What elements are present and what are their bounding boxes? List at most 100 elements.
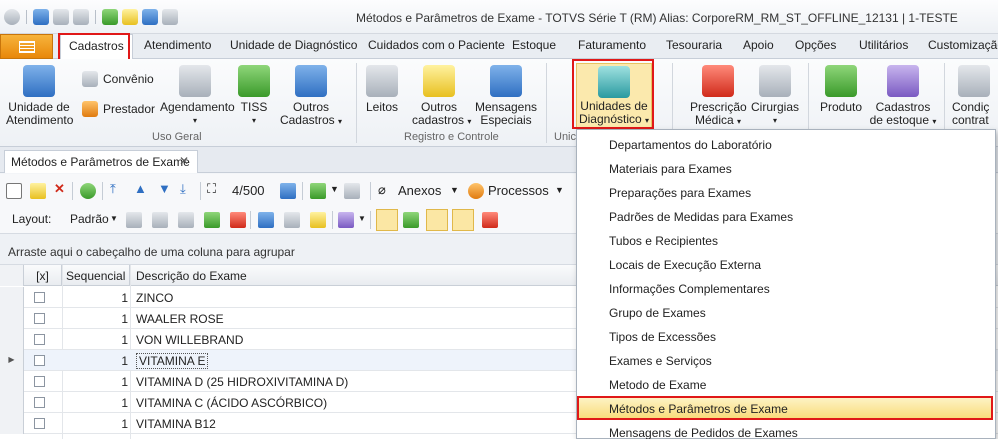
tab-tesouraria[interactable]: Tesouraria: [666, 38, 722, 52]
window-icon[interactable]: [53, 9, 69, 25]
cirurgias-button[interactable]: Cirurgias ▾: [750, 65, 800, 127]
document-tab[interactable]: Métodos e Parâmetros de Exame ✕: [4, 150, 198, 173]
row-indicator-header: [0, 265, 24, 286]
bed-icon: [366, 65, 398, 97]
first-record-icon[interactable]: ⤒: [110, 181, 116, 197]
row-checkbox[interactable]: [34, 397, 45, 408]
menu-item-mensagens-pedidos[interactable]: Mensagens de Pedidos de Exames: [577, 420, 995, 439]
row-checkbox[interactable]: [34, 355, 45, 366]
building-icon: [23, 65, 55, 97]
unidade-atendimento-button[interactable]: Unidade de Atendimento: [6, 65, 73, 127]
tab-estoque[interactable]: Estoque: [512, 38, 556, 52]
globe-icon[interactable]: [33, 9, 49, 25]
close-icon[interactable]: ✕: [179, 154, 189, 168]
processos-button[interactable]: Processos: [488, 183, 549, 198]
leitos-button[interactable]: Leitos: [362, 65, 402, 114]
calendar-icon: [179, 65, 211, 97]
tab-utilitarios[interactable]: Utilitários: [859, 38, 908, 52]
outros-cadastros-button[interactable]: Outros Cadastros ▾: [276, 65, 346, 128]
previous-record-icon[interactable]: ▲: [134, 181, 147, 196]
next-record-icon[interactable]: ▼: [158, 181, 171, 196]
layout-import-icon[interactable]: [204, 212, 220, 228]
tab-atendimento[interactable]: Atendimento: [144, 38, 211, 52]
file-menu-button[interactable]: [0, 34, 53, 59]
menu-item-tipos-excessoes[interactable]: Tipos de Excessões: [577, 324, 995, 348]
menu-item-locais-execucao[interactable]: Locais de Execução Externa: [577, 252, 995, 276]
edit-filter-icon[interactable]: [310, 212, 326, 228]
menu-item-tubos[interactable]: Tubos e Recipientes: [577, 228, 995, 252]
row-checkbox[interactable]: [34, 376, 45, 387]
copy-icon[interactable]: [162, 9, 178, 25]
tab-apoio[interactable]: Apoio: [743, 38, 774, 52]
menu-item-exames-servicos[interactable]: Exames e Serviços: [577, 348, 995, 372]
grid-view-icon[interactable]: [280, 183, 296, 199]
export-dropdown-icon[interactable]: ▼: [330, 184, 339, 194]
edit-icon[interactable]: [30, 183, 46, 199]
menu-item-metodo-exame[interactable]: Metodo de Exame: [577, 372, 995, 396]
mensagens-especiais-button[interactable]: Mensagens Especiais: [474, 65, 538, 127]
tab-cuidados-paciente[interactable]: Cuidados com o Paciente: [368, 38, 505, 52]
print-icon[interactable]: [344, 183, 360, 199]
group-by-hint: Arraste aqui o cabeçalho de uma coluna p…: [8, 245, 295, 259]
anexos-dropdown-icon[interactable]: ▼: [450, 185, 459, 195]
menu-item-departamentos[interactable]: Departamentos do Laboratório: [577, 132, 995, 156]
layout-save-icon[interactable]: [126, 212, 142, 228]
layout-list-icon[interactable]: [178, 212, 194, 228]
new-record-icon[interactable]: [6, 183, 22, 199]
view-split-toggle[interactable]: [426, 209, 448, 231]
group-registro-controle: Registro e Controle: [404, 131, 499, 143]
delete-icon[interactable]: ✕: [54, 181, 65, 197]
export-icon[interactable]: [310, 183, 326, 199]
tiss-button[interactable]: TISS ▾: [236, 65, 272, 127]
last-record-icon[interactable]: ⤓: [180, 181, 186, 197]
filter-icon[interactable]: [258, 212, 274, 228]
layout-columns-icon[interactable]: [152, 212, 168, 228]
select-all-header[interactable]: [x]: [24, 265, 62, 286]
agendamento-button[interactable]: Agendamento ▾: [160, 65, 235, 127]
tab-faturamento[interactable]: Faturamento: [578, 38, 646, 52]
cadastros-estoque-button[interactable]: Cadastros de estoque ▾: [868, 65, 938, 128]
internet-icon[interactable]: [142, 9, 158, 25]
processos-dropdown-icon[interactable]: ▼: [555, 185, 564, 195]
menu-item-padroes-medidas[interactable]: Padrões de Medidas para Exames: [577, 204, 995, 228]
layout-dropdown-icon[interactable]: ▼: [110, 214, 118, 223]
chart-icon[interactable]: [338, 212, 354, 228]
layout-icon[interactable]: [73, 9, 89, 25]
tab-opcoes[interactable]: Opções: [795, 38, 836, 52]
menu-item-preparacoes[interactable]: Preparações para Exames: [577, 180, 995, 204]
menu-item-grupo-exames[interactable]: Grupo de Exames: [577, 300, 995, 324]
view-form-icon[interactable]: [403, 212, 419, 228]
tab-customizacao[interactable]: Customização: [928, 38, 998, 52]
sequencial-header[interactable]: Sequencial: [62, 265, 130, 286]
person-icon: [82, 101, 98, 117]
title-bar: Métodos e Parâmetros de Exame - TOTVS Sé…: [0, 0, 998, 34]
layout-select[interactable]: Padrão: [70, 212, 109, 226]
binoculars-icon[interactable]: ⛶: [207, 181, 216, 197]
settings-icon[interactable]: [122, 9, 138, 25]
view-grid-toggle[interactable]: [376, 209, 398, 231]
produto-button[interactable]: Produto: [816, 65, 866, 114]
condicoes-contratuais-button[interactable]: Condiç contrat: [952, 65, 998, 127]
highlight-cadastros: [58, 33, 130, 61]
outros-cadastros-registro-button[interactable]: Outros cadastros ▾: [412, 65, 471, 128]
view-detail-toggle[interactable]: [452, 209, 474, 231]
export-icon[interactable]: [102, 9, 118, 25]
menu-item-informacoes[interactable]: Informações Complementares: [577, 276, 995, 300]
convenio-button[interactable]: Convênio: [82, 71, 154, 87]
chart-dropdown-icon[interactable]: ▼: [358, 214, 366, 223]
menu-item-materiais[interactable]: Materiais para Exames: [577, 156, 995, 180]
row-checkbox[interactable]: [34, 292, 45, 303]
prescricao-medica-button[interactable]: Prescrição Médica ▾: [690, 65, 747, 128]
layout-delete-icon[interactable]: [230, 212, 246, 228]
prestador-button[interactable]: Prestador: [82, 101, 155, 117]
text-format-icon[interactable]: [482, 212, 498, 228]
row-checkbox[interactable]: [34, 313, 45, 324]
row-checkbox[interactable]: [34, 334, 45, 345]
anexos-button[interactable]: Anexos: [398, 183, 441, 198]
row-checkbox[interactable]: [34, 418, 45, 429]
app-icon[interactable]: [4, 9, 20, 25]
tab-unidade-diagnostico[interactable]: Unidade de Diagnóstico: [230, 38, 357, 52]
sort-icon[interactable]: [284, 212, 300, 228]
refresh-icon[interactable]: [80, 183, 96, 199]
menu-item-metodos-parametros[interactable]: Métodos e Parâmetros de Exame: [577, 396, 993, 420]
